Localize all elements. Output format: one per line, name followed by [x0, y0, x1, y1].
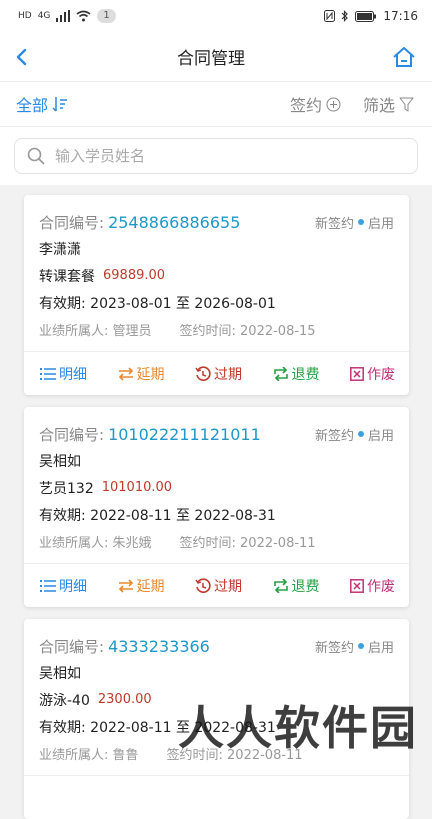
all-label: 全部: [16, 96, 49, 115]
contract-type: 新签约: [314, 640, 354, 656]
network-indicator: 4G: [37, 11, 51, 21]
status-bar: HD 4G 1 17:16: [0, 0, 432, 32]
contract-state: 启用: [367, 216, 394, 232]
contract-number-label: 合同编号:: [39, 213, 105, 232]
package-price: 101010.00: [101, 480, 173, 495]
detail-label: 明细: [59, 578, 87, 595]
contract-number-label: 合同编号:: [39, 425, 105, 444]
plus-circle-icon: [326, 97, 341, 111]
sign-time: 签约时间: 2022-08-11: [166, 748, 303, 763]
detail-button[interactable]: 明细: [40, 364, 87, 384]
status-dot: [357, 643, 364, 649]
contract-type: 新签约: [314, 216, 354, 232]
back-icon[interactable]: [14, 48, 30, 66]
validity-period: 有效期: 2023-08-01 至 2026-08-01: [39, 295, 276, 312]
performance-owner: 业绩所属人: 朱兆娥: [39, 536, 152, 551]
sort-all-button[interactable]: 全部: [16, 92, 68, 116]
home-icon[interactable]: [392, 46, 416, 68]
contract-card[interactable]: 合同编号: 2548866886655 新签约 启用 李潇潇 转课套餐 69889.0…: [24, 195, 409, 395]
swap-icon: [118, 366, 133, 381]
clock: 17:16: [383, 9, 418, 23]
contract-number: 2548866886655: [108, 212, 241, 232]
card-actions: 明细 延期 过期 退费 作废: [24, 564, 409, 607]
validity-period: 有效期: 2022-08-11 至 2022-08-31: [39, 507, 276, 524]
hd-indicator: HD: [18, 11, 32, 21]
package-name: 游泳-40: [39, 692, 90, 709]
extend-label: 延期: [136, 578, 165, 595]
expire-button[interactable]: 过期: [195, 364, 242, 384]
refund-label: 退费: [291, 578, 320, 595]
search-icon: [27, 147, 45, 165]
history-icon: [195, 365, 211, 381]
sign-button[interactable]: 签约: [290, 92, 341, 116]
filter-button[interactable]: 筛选: [363, 92, 414, 116]
detail-button[interactable]: 明细: [40, 576, 87, 596]
expire-button[interactable]: 过期: [195, 576, 242, 596]
student-name: 吴相如: [39, 453, 81, 470]
expire-label: 过期: [214, 578, 242, 595]
performance-owner: 业绩所属人: 鲁鲁: [39, 748, 139, 763]
void-label: 作废: [367, 578, 395, 595]
contract-state: 启用: [367, 428, 394, 444]
repeat-icon: [273, 578, 288, 593]
package-name: 艺员132: [39, 480, 94, 497]
extend-button[interactable]: 延期: [118, 576, 165, 596]
void-button[interactable]: 作废: [350, 364, 395, 384]
repeat-icon: [273, 366, 288, 381]
package-name: 转课套餐: [39, 268, 95, 285]
detail-label: 明细: [59, 366, 87, 383]
refund-label: 退费: [291, 366, 320, 383]
sign-label: 签约: [289, 96, 322, 115]
contract-number: 101022211121011: [108, 424, 261, 444]
status-dot: [357, 219, 364, 225]
signal-icon: [56, 10, 71, 22]
sign-time: 签约时间: 2022-08-15: [179, 324, 316, 339]
contract-number: 4333233366: [108, 636, 210, 656]
void-button[interactable]: 作废: [350, 576, 395, 596]
refund-button[interactable]: 退费: [273, 364, 320, 384]
battery-icon: [355, 10, 377, 22]
history-icon: [195, 577, 211, 593]
student-name: 吴相如: [39, 665, 81, 682]
contract-card[interactable]: 合同编号: 101022211121011 新签约 启用 吴相如 艺员132 1010…: [24, 407, 409, 607]
filter-label: 筛选: [362, 96, 395, 115]
sign-time: 签约时间: 2022-08-11: [179, 536, 316, 551]
wifi-icon: [76, 10, 91, 22]
contract-state: 启用: [367, 640, 394, 656]
search-box: [14, 138, 418, 174]
contract-number-label: 合同编号:: [39, 637, 105, 656]
search-area: [0, 127, 432, 185]
status-dot: [357, 431, 364, 437]
void-label: 作废: [367, 366, 395, 383]
swap-icon: [118, 578, 133, 593]
contract-list: 合同编号: 2548866886655 新签约 启用 李潇潇 转课套餐 69889.0…: [0, 185, 432, 819]
list-icon: [40, 367, 56, 380]
validity-period: 有效期: 2022-08-11 至 2022-08-31: [39, 719, 276, 736]
refund-button[interactable]: 退费: [273, 576, 320, 596]
bluetooth-icon: [341, 10, 349, 22]
student-name: 李潇潇: [39, 241, 81, 258]
card-actions: 明细 延期 过期 退费 作废: [24, 352, 409, 395]
extend-button[interactable]: 延期: [118, 364, 165, 384]
page-title: 合同管理: [177, 49, 245, 69]
notification-count: 1: [97, 9, 116, 23]
contract-type: 新签约: [314, 428, 354, 444]
list-icon: [40, 579, 56, 592]
close-box-icon: [350, 578, 364, 593]
performance-owner: 业绩所属人: 管理员: [39, 324, 152, 339]
package-price: 69889.00: [103, 268, 166, 283]
package-price: 2300.00: [97, 692, 152, 707]
nfc-icon: [324, 10, 336, 22]
contract-card[interactable]: 合同编号: 4333233366 新签约 启用 吴相如 游泳-40 2300.00 有…: [24, 619, 409, 819]
filter-toolbar: 全部 签约 筛选: [0, 82, 432, 127]
close-box-icon: [350, 366, 364, 381]
extend-label: 延期: [136, 366, 165, 383]
expire-label: 过期: [214, 366, 242, 383]
nav-bar: 合同管理: [0, 32, 432, 82]
search-input[interactable]: [53, 146, 405, 166]
sort-icon: [52, 97, 68, 112]
funnel-icon: [399, 97, 414, 111]
